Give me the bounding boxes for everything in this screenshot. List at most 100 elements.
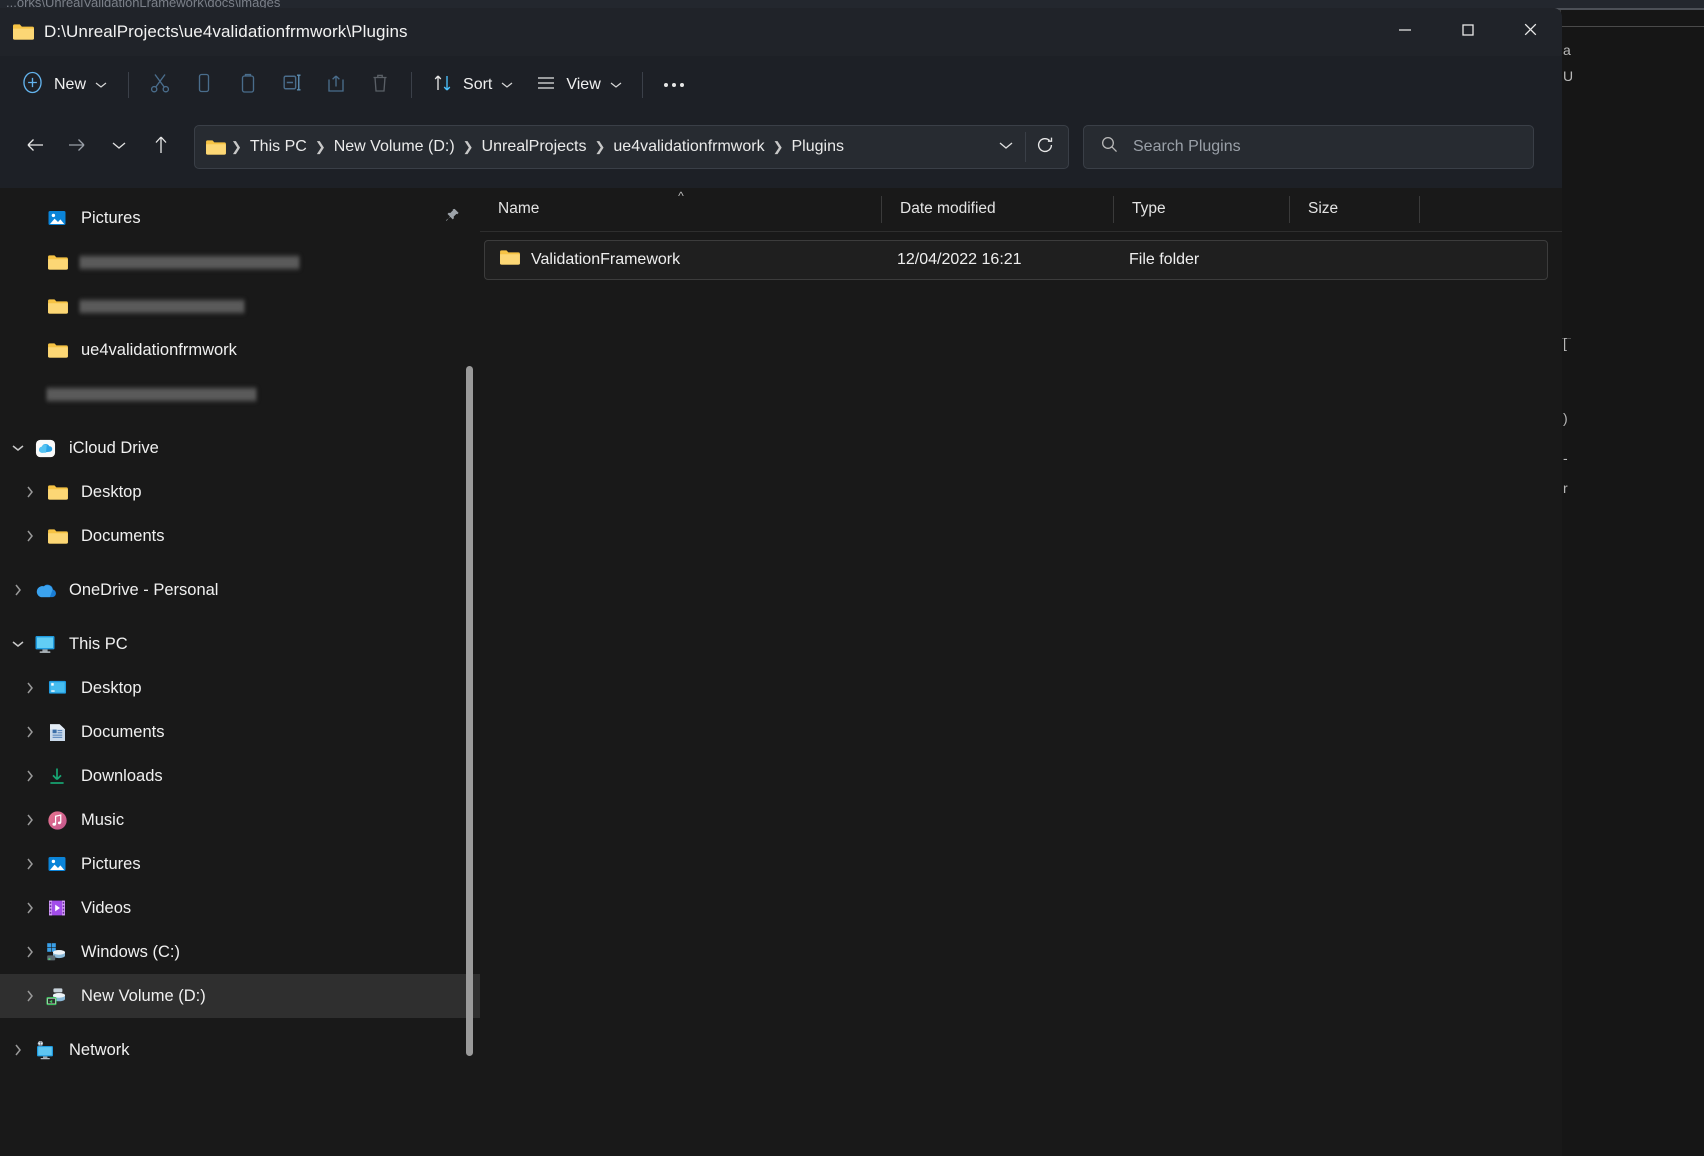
sidebar-item-icloud-desktop[interactable]: Desktop bbox=[0, 470, 480, 514]
share-button[interactable] bbox=[314, 66, 358, 104]
onedrive-icon bbox=[32, 579, 58, 601]
pictures-icon bbox=[44, 853, 70, 875]
chevron-right-icon[interactable] bbox=[16, 989, 44, 1003]
sidebar-item-this-pc[interactable]: This PC bbox=[0, 622, 480, 666]
column-header-size[interactable]: Size bbox=[1290, 188, 1420, 231]
chevron-right-icon[interactable] bbox=[16, 901, 44, 915]
pictures-icon bbox=[44, 207, 70, 229]
trash-icon bbox=[368, 71, 392, 100]
drive-windows-icon bbox=[44, 941, 70, 963]
sidebar-item-pictures-quick[interactable]: Pictures bbox=[0, 196, 480, 240]
up-button[interactable] bbox=[140, 126, 182, 168]
delete-button[interactable] bbox=[358, 66, 402, 104]
view-button[interactable]: View bbox=[524, 66, 632, 104]
chevron-down-icon[interactable] bbox=[4, 443, 32, 453]
breadcrumb-separator: ❯ bbox=[462, 139, 475, 155]
chevron-right-icon[interactable] bbox=[4, 583, 32, 597]
sidebar-item-icloud-documents[interactable]: Documents bbox=[0, 514, 480, 558]
column-header-date-modified[interactable]: Date modified bbox=[882, 188, 1114, 231]
sidebar-item-windows-c[interactable]: Windows (C:) bbox=[0, 930, 480, 974]
sidebar-item-redacted-2[interactable] bbox=[0, 284, 480, 328]
sidebar-item-label: iCloud Drive bbox=[69, 439, 159, 458]
ellipsis-icon bbox=[664, 83, 684, 87]
sort-button[interactable]: Sort bbox=[421, 66, 524, 104]
cut-button[interactable] bbox=[138, 66, 182, 104]
chevron-right-icon[interactable] bbox=[16, 681, 44, 695]
copy-button[interactable] bbox=[182, 66, 226, 104]
file-date-cell: 12/04/2022 16:21 bbox=[883, 251, 1115, 269]
search-box[interactable]: Search Plugins bbox=[1083, 125, 1534, 169]
file-name-cell: ValidationFramework bbox=[485, 249, 883, 271]
column-header-name[interactable]: ^ Name bbox=[480, 188, 882, 231]
sidebar-item-desktop[interactable]: Desktop bbox=[0, 666, 480, 710]
breadcrumb-unrealprojects[interactable]: UnrealProjects bbox=[475, 134, 594, 160]
recent-locations-button[interactable] bbox=[98, 126, 140, 168]
chevron-right-icon[interactable] bbox=[16, 485, 44, 499]
more-options-button[interactable] bbox=[652, 66, 696, 104]
chevron-down-icon[interactable] bbox=[4, 639, 32, 649]
forward-button[interactable] bbox=[56, 126, 98, 168]
thispc-icon bbox=[32, 633, 58, 655]
paste-icon bbox=[236, 71, 260, 100]
sidebar-item-videos[interactable]: Videos bbox=[0, 886, 480, 930]
chevron-right-icon[interactable] bbox=[16, 529, 44, 543]
documents-icon bbox=[44, 721, 70, 743]
refresh-button[interactable] bbox=[1026, 128, 1064, 166]
videos-icon bbox=[44, 897, 70, 919]
breadcrumb-plugins[interactable]: Plugins bbox=[784, 134, 850, 160]
folder-icon bbox=[44, 295, 70, 317]
sidebar-item-redacted-3[interactable] bbox=[0, 372, 480, 416]
chevron-right-icon[interactable] bbox=[4, 1043, 32, 1057]
breadcrumb-this-pc[interactable]: This PC bbox=[243, 134, 314, 160]
sidebar-item-icloud-drive[interactable]: iCloud Drive bbox=[0, 426, 480, 470]
search-input[interactable]: Search Plugins bbox=[1133, 138, 1241, 156]
sidebar-item-onedrive-personal[interactable]: OneDrive - Personal bbox=[0, 568, 480, 612]
file-rows: ValidationFramework 12/04/2022 16:21 Fil… bbox=[480, 232, 1562, 280]
sidebar-item-label: Music bbox=[81, 811, 124, 830]
breadcrumb-new-volume-d[interactable]: New Volume (D:) bbox=[327, 134, 462, 160]
sidebar-item-label: Desktop bbox=[81, 679, 142, 698]
folder-icon bbox=[12, 23, 34, 41]
column-header-label: Date modified bbox=[900, 200, 996, 218]
file-name-label: ValidationFramework bbox=[531, 251, 680, 269]
background-window-right-sliver: a U [ ) - r bbox=[1560, 10, 1704, 1156]
sidebar-item-music[interactable]: Music bbox=[0, 798, 480, 842]
navigation-pane: Pictures bbox=[0, 188, 480, 1156]
column-header-label: Type bbox=[1132, 200, 1166, 218]
table-row[interactable]: ValidationFramework 12/04/2022 16:21 Fil… bbox=[484, 240, 1548, 280]
rename-button[interactable] bbox=[270, 66, 314, 104]
sidebar-scrollbar-thumb[interactable] bbox=[466, 366, 473, 1056]
navigation-bar: ❯ This PC ❯ New Volume (D:) ❯ UnrealProj… bbox=[0, 114, 1562, 180]
sidebar-item-network[interactable]: Network bbox=[0, 1028, 480, 1072]
sidebar-item-redacted-1[interactable] bbox=[0, 240, 480, 284]
music-icon bbox=[44, 809, 70, 831]
chevron-right-icon[interactable] bbox=[16, 725, 44, 739]
breadcrumb-separator: ❯ bbox=[593, 139, 606, 155]
arrow-left-icon bbox=[24, 135, 46, 160]
window-title: D:\UnrealProjects\ue4validationfrmwork\P… bbox=[44, 22, 408, 42]
address-dropdown-button[interactable] bbox=[987, 128, 1025, 166]
toolbar-divider-1 bbox=[128, 72, 129, 98]
sidebar-item-new-volume-d[interactable]: New Volume (D:) bbox=[0, 974, 480, 1018]
address-bar[interactable]: ❯ This PC ❯ New Volume (D:) ❯ UnrealProj… bbox=[194, 125, 1069, 169]
maximize-button[interactable] bbox=[1436, 8, 1499, 56]
sidebar-scrollbar[interactable] bbox=[462, 188, 476, 1156]
close-button[interactable] bbox=[1499, 8, 1562, 56]
minimize-button[interactable] bbox=[1373, 8, 1436, 56]
sidebar-item-documents[interactable]: Documents bbox=[0, 710, 480, 754]
sidebar-item-ue4validationfrmwork[interactable]: ue4validationfrmwork bbox=[0, 328, 480, 372]
breadcrumb-separator: ❯ bbox=[772, 139, 785, 155]
new-button[interactable]: New bbox=[14, 66, 119, 104]
chevron-right-icon[interactable] bbox=[16, 857, 44, 871]
folder-icon bbox=[44, 481, 70, 503]
chevron-right-icon[interactable] bbox=[16, 813, 44, 827]
chevron-right-icon[interactable] bbox=[16, 769, 44, 783]
column-header-type[interactable]: Type bbox=[1114, 188, 1290, 231]
breadcrumb-ue4validationfrmwork[interactable]: ue4validationfrmwork bbox=[606, 134, 771, 160]
sidebar-item-pictures[interactable]: Pictures bbox=[0, 842, 480, 886]
back-button[interactable] bbox=[14, 126, 56, 168]
pin-icon[interactable] bbox=[444, 208, 460, 229]
paste-button[interactable] bbox=[226, 66, 270, 104]
chevron-right-icon[interactable] bbox=[16, 945, 44, 959]
sidebar-item-downloads[interactable]: Downloads bbox=[0, 754, 480, 798]
